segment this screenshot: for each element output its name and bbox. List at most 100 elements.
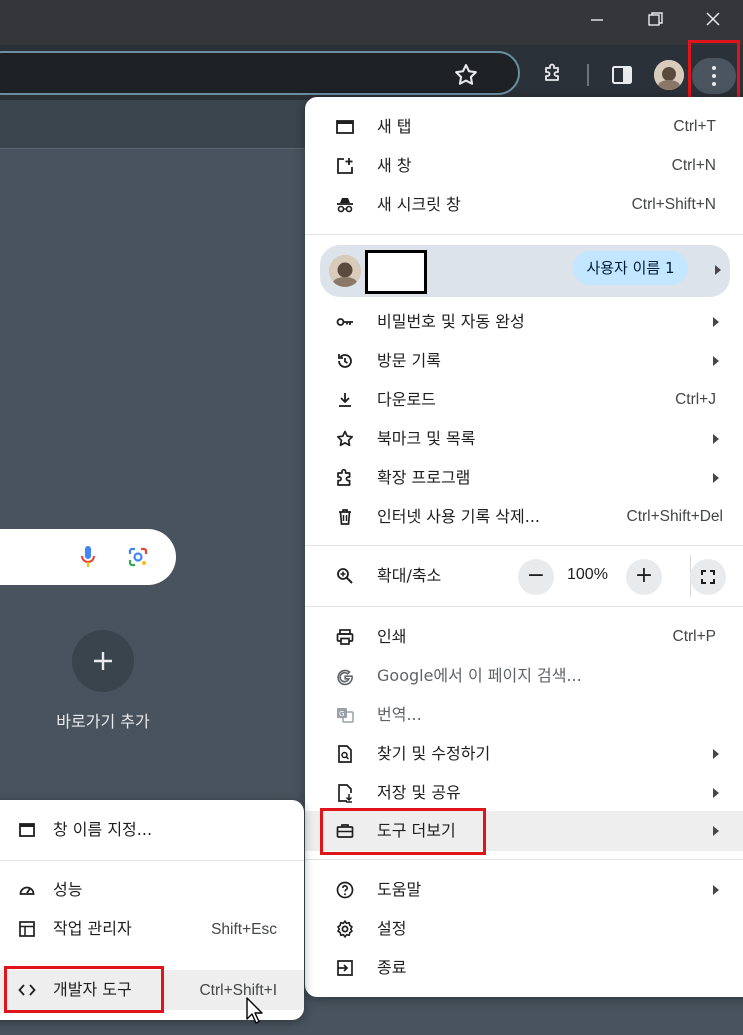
performance-icon: [19, 886, 35, 895]
menu-item-help[interactable]: 도움말: [305, 871, 743, 909]
menu-item-label: 비밀번호 및 자동 완성: [377, 312, 525, 331]
submenu-item-name-window[interactable]: 창 이름 지정...: [0, 811, 304, 849]
submenu-item-label: 창 이름 지정...: [53, 820, 153, 839]
side-panel-icon[interactable]: [610, 63, 634, 87]
menu-item-downloads[interactable]: 다운로드 Ctrl+J: [305, 381, 743, 419]
menu-item-new-window[interactable]: 새 창 Ctrl+N: [305, 147, 743, 185]
chevron-right-icon: [715, 265, 721, 275]
help-icon: [336, 881, 354, 899]
menu-item-shortcut: Ctrl+Shift+N: [631, 196, 716, 213]
bookmark-star-icon: [336, 430, 354, 447]
trash-icon: [339, 509, 351, 525]
menu-item-label: 설정: [377, 919, 407, 938]
menu-item-label: 새 창: [377, 156, 412, 175]
bookmark-star-icon[interactable]: [452, 61, 480, 89]
svg-text:G: G: [339, 710, 344, 718]
menu-item-passwords[interactable]: 비밀번호 및 자동 완성: [305, 303, 743, 341]
chevron-right-icon: [713, 749, 719, 759]
menu-item-label: 번역...: [377, 705, 422, 724]
menu-item-label: 도움말: [377, 880, 422, 899]
submenu-item-task-manager[interactable]: 작업 관리자 Shift+Esc: [0, 910, 304, 948]
translate-icon: G: [337, 708, 354, 723]
restore-icon: [648, 12, 663, 26]
browser-toolbar: [0, 45, 743, 100]
add-shortcut-label: 바로가기 추가: [56, 712, 150, 731]
menu-item-search-google[interactable]: Google에서 이 페이지 검색...: [305, 657, 743, 695]
menu-item-extensions[interactable]: 확장 프로그램: [305, 459, 743, 497]
menu-item-clear-browsing-data[interactable]: 인터넷 사용 기록 삭제... Ctrl+Shift+Del: [305, 498, 743, 536]
submenu-item-performance[interactable]: 성능: [0, 871, 304, 909]
menu-item-shortcut: Ctrl+Shift+Del: [626, 508, 723, 525]
menu-item-shortcut: Ctrl+T: [673, 118, 716, 135]
submenu-item-shortcut: Shift+Esc: [211, 921, 277, 938]
minimize-icon: [591, 19, 603, 21]
menu-divider: [305, 859, 743, 860]
settings-gear-icon: [337, 920, 353, 938]
profile-name-redacted: [365, 250, 427, 294]
zoom-icon: [337, 568, 353, 584]
window-name-icon: [19, 823, 35, 837]
menu-item-save-share[interactable]: 저장 및 공유: [305, 774, 743, 812]
menu-item-label: 확장 프로그램: [377, 468, 471, 487]
more-tools-highlight: [320, 808, 486, 855]
menu-item-exit[interactable]: 종료: [305, 949, 743, 987]
menu-divider: [305, 606, 743, 607]
save-share-icon: [338, 784, 353, 803]
menu-item-label: 인쇄: [377, 627, 407, 646]
menu-item-label: 종료: [377, 958, 407, 977]
menu-item-label: Google에서 이 페이지 검색...: [377, 666, 582, 685]
minimize-button[interactable]: [574, 5, 620, 35]
menu-item-label: 저장 및 공유: [377, 783, 461, 802]
menu-item-label: 새 시크릿 창: [377, 195, 461, 214]
task-manager-icon: [19, 921, 35, 937]
menu-item-label: 북마크 및 목록: [377, 429, 476, 448]
chevron-right-icon: [713, 434, 719, 444]
download-icon: [339, 393, 351, 407]
menu-item-translate[interactable]: G 번역...: [305, 696, 743, 734]
restore-button[interactable]: [631, 5, 677, 35]
submenu-item-shortcut: Ctrl+Shift+I: [199, 982, 277, 999]
zoom-level: 100%: [567, 566, 608, 583]
menu-item-shortcut: Ctrl+P: [672, 628, 717, 645]
chevron-right-icon: [713, 788, 719, 798]
menu-item-find-edit[interactable]: 찾기 및 수정하기: [305, 735, 743, 773]
zoom-label: 확대/축소: [377, 566, 442, 585]
submenu-item-label: 작업 관리자: [53, 919, 132, 938]
new-window-icon: [337, 158, 353, 174]
zoom-out-button[interactable]: −: [518, 559, 554, 595]
zoom-in-button[interactable]: +: [626, 559, 662, 595]
close-icon: [706, 12, 720, 26]
exit-icon: [337, 960, 353, 976]
menu-item-new-incognito[interactable]: 새 시크릿 창 Ctrl+Shift+N: [305, 186, 743, 224]
avatar-image: [329, 255, 361, 287]
incognito-icon: [337, 198, 353, 213]
menu-item-label: 새 탭: [377, 117, 412, 136]
chrome-main-menu: 새 탭 Ctrl+T 새 창 Ctrl+N 새 시크릿 창 Ctrl+Shift…: [305, 97, 743, 997]
submenu-item-label: 성능: [53, 880, 83, 899]
mic-icon[interactable]: [80, 545, 96, 569]
history-icon: [338, 354, 352, 368]
address-bar[interactable]: [0, 51, 520, 95]
extension-icon[interactable]: [541, 62, 565, 86]
menu-item-history[interactable]: 방문 기록: [305, 342, 743, 380]
add-shortcut-button[interactable]: [72, 630, 134, 692]
print-icon: [336, 629, 354, 645]
profile-user-badge: 사용자 이름 1: [573, 251, 688, 285]
close-button[interactable]: [690, 5, 736, 35]
profile-avatar[interactable]: [654, 60, 684, 90]
mouse-cursor-icon: [246, 997, 263, 1024]
chevron-right-icon: [713, 317, 719, 327]
developer-tools-highlight: [4, 966, 164, 1013]
google-lens-icon[interactable]: [127, 546, 149, 568]
menu-item-shortcut: Ctrl+J: [675, 391, 716, 408]
menu-item-settings[interactable]: 설정: [305, 910, 743, 948]
menu-profile-row[interactable]: 사용자 이름 1: [320, 245, 730, 297]
fullscreen-button[interactable]: [690, 559, 726, 595]
menu-divider: [305, 234, 743, 235]
profile-avatar: [329, 255, 361, 287]
avatar-image: [654, 60, 684, 90]
menu-item-print[interactable]: 인쇄 Ctrl+P: [305, 618, 743, 656]
ntp-search-box[interactable]: [0, 529, 176, 585]
menu-item-bookmarks[interactable]: 북마크 및 목록: [305, 420, 743, 458]
menu-item-new-tab[interactable]: 새 탭 Ctrl+T: [305, 108, 743, 146]
